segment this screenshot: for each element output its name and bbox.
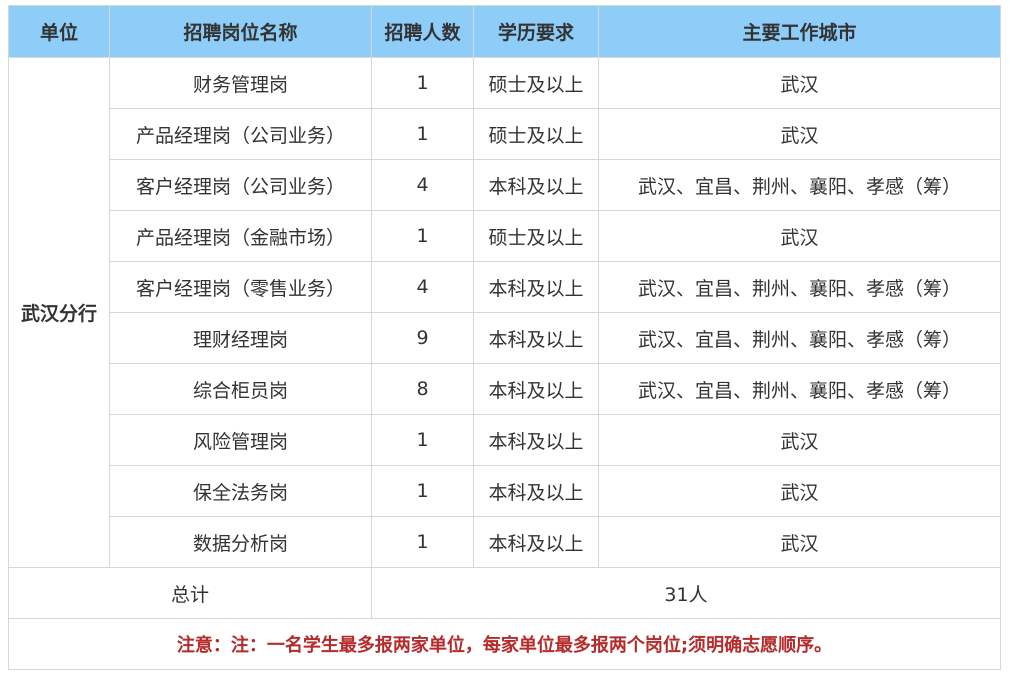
- count-cell: 4: [371, 261, 474, 313]
- unit-cell: 武汉分行: [8, 57, 110, 568]
- position-cell: 客户经理岗（公司业务）: [109, 159, 372, 211]
- city-cell: 武汉: [598, 465, 1001, 517]
- city-cell: 武汉、宜昌、荆州、襄阳、孝感（筹）: [598, 159, 1001, 211]
- note-row: 注意：注：一名学生最多报两家单位，每家单位最多报两个岗位;须明确志愿顺序。: [8, 618, 1001, 670]
- position-cell: 数据分析岗: [109, 516, 372, 568]
- position-cell: 产品经理岗（金融市场）: [109, 210, 372, 262]
- table-row: 保全法务岗 1 本科及以上 武汉: [9, 465, 1001, 517]
- education-cell: 本科及以上: [473, 261, 599, 313]
- count-cell: 8: [371, 363, 474, 415]
- position-cell: 风险管理岗: [109, 414, 372, 466]
- education-cell: 本科及以上: [473, 363, 599, 415]
- position-cell: 客户经理岗（零售业务）: [109, 261, 372, 313]
- total-label: 总计: [8, 567, 372, 619]
- city-cell: 武汉、宜昌、荆州、襄阳、孝感（筹）: [598, 261, 1001, 313]
- total-value: 31人: [371, 567, 1001, 619]
- count-cell: 1: [371, 465, 474, 517]
- education-cell: 硕士及以上: [473, 57, 599, 109]
- header-unit: 单位: [8, 5, 110, 58]
- table-row: 客户经理岗（零售业务） 4 本科及以上 武汉、宜昌、荆州、襄阳、孝感（筹）: [9, 261, 1001, 313]
- total-row: 总计 31人: [8, 567, 1001, 619]
- city-cell: 武汉: [598, 516, 1001, 568]
- header-count: 招聘人数: [371, 5, 474, 58]
- header-education: 学历要求: [473, 5, 599, 58]
- city-cell: 武汉: [598, 414, 1001, 466]
- city-cell: 武汉: [598, 108, 1001, 160]
- note-text: 注意：注：一名学生最多报两家单位，每家单位最多报两个岗位;须明确志愿顺序。: [8, 618, 1001, 670]
- table-row: 理财经理岗 9 本科及以上 武汉、宜昌、荆州、襄阳、孝感（筹）: [9, 312, 1001, 364]
- count-cell: 9: [371, 312, 474, 364]
- education-cell: 本科及以上: [473, 465, 599, 517]
- city-cell: 武汉: [598, 57, 1001, 109]
- position-cell: 保全法务岗: [109, 465, 372, 517]
- count-cell: 4: [371, 159, 474, 211]
- education-cell: 本科及以上: [473, 516, 599, 568]
- position-cell: 财务管理岗: [109, 57, 372, 109]
- position-cell: 产品经理岗（公司业务）: [109, 108, 372, 160]
- education-cell: 硕士及以上: [473, 210, 599, 262]
- header-position: 招聘岗位名称: [109, 5, 372, 58]
- table-row: 客户经理岗（公司业务） 4 本科及以上 武汉、宜昌、荆州、襄阳、孝感（筹）: [9, 159, 1001, 211]
- education-cell: 本科及以上: [473, 414, 599, 466]
- table-row: 产品经理岗（金融市场） 1 硕士及以上 武汉: [9, 210, 1001, 262]
- header-row: 单位 招聘岗位名称 招聘人数 学历要求 主要工作城市: [8, 5, 1001, 58]
- table-row: 产品经理岗（公司业务） 1 硕士及以上 武汉: [9, 108, 1001, 160]
- count-cell: 1: [371, 108, 474, 160]
- table-row: 武汉分行 财务管理岗 1 硕士及以上 武汉: [8, 57, 1001, 568]
- education-cell: 本科及以上: [473, 312, 599, 364]
- table-row: 综合柜员岗 8 本科及以上 武汉、宜昌、荆州、襄阳、孝感（筹）: [9, 363, 1001, 415]
- education-cell: 本科及以上: [473, 159, 599, 211]
- header-city: 主要工作城市: [598, 5, 1001, 58]
- count-cell: 1: [371, 210, 474, 262]
- position-cell: 理财经理岗: [109, 312, 372, 364]
- position-cell: 综合柜员岗: [109, 363, 372, 415]
- education-cell: 硕士及以上: [473, 108, 599, 160]
- count-cell: 1: [371, 414, 474, 466]
- city-cell: 武汉、宜昌、荆州、襄阳、孝感（筹）: [598, 363, 1001, 415]
- city-cell: 武汉、宜昌、荆州、襄阳、孝感（筹）: [598, 312, 1001, 364]
- count-cell: 1: [371, 516, 474, 568]
- table-row: 数据分析岗 1 本科及以上 武汉: [9, 516, 1001, 568]
- city-cell: 武汉: [598, 210, 1001, 262]
- table-row: 风险管理岗 1 本科及以上 武汉: [9, 414, 1001, 466]
- recruitment-table: 单位 招聘岗位名称 招聘人数 学历要求 主要工作城市 武汉分行 财务管理岗 1 …: [8, 5, 1001, 670]
- count-cell: 1: [371, 57, 474, 109]
